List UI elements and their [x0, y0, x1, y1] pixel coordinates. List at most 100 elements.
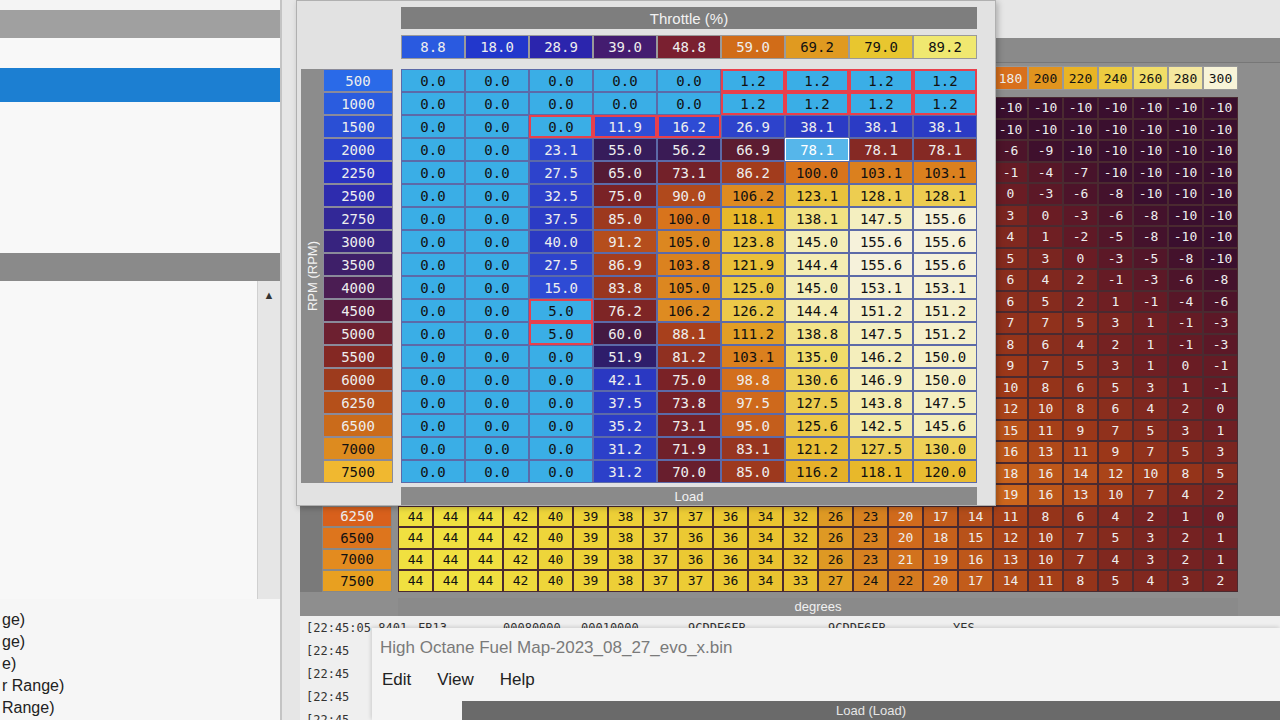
timing-cell[interactable]: 40 [538, 570, 573, 592]
fuel-cell[interactable]: 90.0 [657, 184, 721, 207]
fuel-cell[interactable]: 103.1 [849, 161, 913, 184]
timing-cell[interactable]: 40 [538, 527, 573, 549]
timing-cell[interactable]: 11 [993, 506, 1028, 528]
timing-cell[interactable]: 5 [1133, 420, 1168, 442]
timing-cell[interactable]: 13 [993, 549, 1028, 571]
timing-cell[interactable]: -10 [1133, 140, 1168, 162]
timing-cell[interactable]: 6 [1063, 506, 1098, 528]
fuel-cell[interactable]: 42.1 [593, 368, 657, 391]
fuel-cell[interactable]: 0.0 [529, 460, 593, 483]
scrollbar[interactable]: ▲ [257, 281, 280, 599]
fuel-cell[interactable]: 11.9 [593, 115, 657, 138]
timing-cell[interactable]: 4 [1133, 398, 1168, 420]
timing-cell[interactable]: -10 [1133, 97, 1168, 119]
timing-cell[interactable]: -6 [1098, 205, 1133, 227]
timing-cell[interactable]: -10 [1203, 119, 1238, 141]
timing-cell[interactable]: 36 [713, 527, 748, 549]
timing-cell[interactable]: 6 [1028, 334, 1063, 356]
fuel-cell[interactable]: 118.1 [721, 207, 785, 230]
timing-cell[interactable]: 10 [993, 377, 1028, 399]
timing-cell[interactable]: 34 [748, 527, 783, 549]
fuel-cell[interactable]: 145.6 [913, 414, 977, 437]
timing-cell[interactable]: -6 [1203, 291, 1238, 313]
timing-cell[interactable]: 2 [1168, 527, 1203, 549]
fuel-cell[interactable]: 0.0 [529, 115, 593, 138]
timing-cell[interactable]: 2 [1063, 291, 1098, 313]
fuel-cell[interactable]: 83.1 [721, 437, 785, 460]
timing-cell[interactable]: 44 [468, 549, 503, 571]
timing-cell[interactable]: 0 [1168, 355, 1203, 377]
timing-cell[interactable]: 9 [1098, 441, 1133, 463]
timing-cell[interactable]: -10 [1133, 183, 1168, 205]
menu-item[interactable]: Edit [382, 670, 411, 690]
fuel-map-window[interactable]: Throttle (%)8.818.028.939.048.859.069.27… [296, 0, 996, 506]
timing-cell[interactable]: 44 [433, 506, 468, 528]
fuel-cell[interactable]: 103.1 [721, 345, 785, 368]
fuel-cell[interactable]: 0.0 [465, 138, 529, 161]
fuel-cell[interactable]: 0.0 [529, 92, 593, 115]
fuel-cell[interactable]: 116.2 [785, 460, 849, 483]
timing-cell[interactable]: 6 [993, 269, 1028, 291]
fuel-cell[interactable]: 0.0 [465, 115, 529, 138]
fuel-cell[interactable]: 26.9 [721, 115, 785, 138]
timing-cell[interactable]: -10 [1028, 97, 1063, 119]
fuel-cell[interactable]: 120.0 [913, 460, 977, 483]
fuel-cell[interactable]: 55.0 [593, 138, 657, 161]
sidebar-item[interactable]: r Range) [2, 675, 280, 697]
fuel-cell[interactable]: 73.8 [657, 391, 721, 414]
timing-cell[interactable]: 0 [993, 183, 1028, 205]
timing-cell[interactable]: -10 [993, 97, 1028, 119]
timing-cell[interactable]: 38 [608, 527, 643, 549]
timing-cell[interactable]: 6 [1098, 398, 1133, 420]
fuel-cell[interactable]: 151.2 [913, 299, 977, 322]
timing-cell[interactable]: 16 [958, 549, 993, 571]
timing-cell[interactable]: 36 [678, 549, 713, 571]
fuel-cell[interactable]: 98.8 [721, 368, 785, 391]
fuel-cell[interactable]: 0.0 [401, 437, 465, 460]
timing-cell[interactable]: 12 [1098, 463, 1133, 485]
fuel-cell[interactable]: 51.9 [593, 345, 657, 368]
timing-cell[interactable]: 32 [783, 527, 818, 549]
fuel-cell[interactable]: 155.6 [849, 230, 913, 253]
timing-cell[interactable]: -10 [1168, 226, 1203, 248]
timing-cell[interactable]: -1 [1098, 269, 1133, 291]
timing-cell[interactable]: 44 [468, 527, 503, 549]
timing-cell[interactable]: -9 [1028, 140, 1063, 162]
fuel-cell[interactable]: 0.0 [465, 161, 529, 184]
timing-cell[interactable]: -10 [1028, 119, 1063, 141]
timing-cell[interactable]: -1 [1203, 355, 1238, 377]
timing-cell[interactable]: -8 [1168, 248, 1203, 270]
timing-cell[interactable]: -6 [993, 140, 1028, 162]
fuel-cell[interactable]: 118.1 [849, 460, 913, 483]
timing-cell[interactable]: -3 [1203, 334, 1238, 356]
timing-cell[interactable]: 1 [1203, 420, 1238, 442]
fuel-cell[interactable]: 135.0 [785, 345, 849, 368]
timing-cell[interactable]: -10 [1098, 162, 1133, 184]
timing-cell[interactable]: 1 [1133, 312, 1168, 334]
fuel-cell[interactable]: 91.2 [593, 230, 657, 253]
fuel-cell[interactable]: 56.2 [657, 138, 721, 161]
fuel-cell[interactable]: 138.8 [785, 322, 849, 345]
fuel-cell[interactable]: 0.0 [529, 414, 593, 437]
pane-separator[interactable] [0, 253, 280, 281]
timing-cell[interactable]: -5 [1133, 248, 1168, 270]
timing-cell[interactable]: 5 [1063, 355, 1098, 377]
fuel-cell[interactable]: 127.5 [785, 391, 849, 414]
fuel-cell[interactable]: 155.6 [913, 253, 977, 276]
timing-cell[interactable]: -8 [1133, 226, 1168, 248]
selected-item[interactable] [0, 68, 280, 102]
fuel-cell[interactable]: 126.2 [721, 299, 785, 322]
timing-cell[interactable]: -10 [1098, 97, 1133, 119]
timing-cell[interactable]: 14 [958, 506, 993, 528]
timing-cell[interactable]: 13 [1028, 441, 1063, 463]
timing-cell[interactable]: 37 [643, 570, 678, 592]
fuel-cell[interactable]: 155.6 [849, 253, 913, 276]
timing-cell[interactable]: 4 [1098, 506, 1133, 528]
timing-cell[interactable]: 2 [1203, 484, 1238, 506]
fuel-cell[interactable]: 35.2 [593, 414, 657, 437]
timing-cell[interactable]: 8 [1028, 377, 1063, 399]
fuel-cell[interactable]: 0.0 [465, 322, 529, 345]
fuel-cell[interactable]: 125.6 [785, 414, 849, 437]
timing-cell[interactable]: 7 [1028, 312, 1063, 334]
timing-cell[interactable]: 16 [1028, 463, 1063, 485]
